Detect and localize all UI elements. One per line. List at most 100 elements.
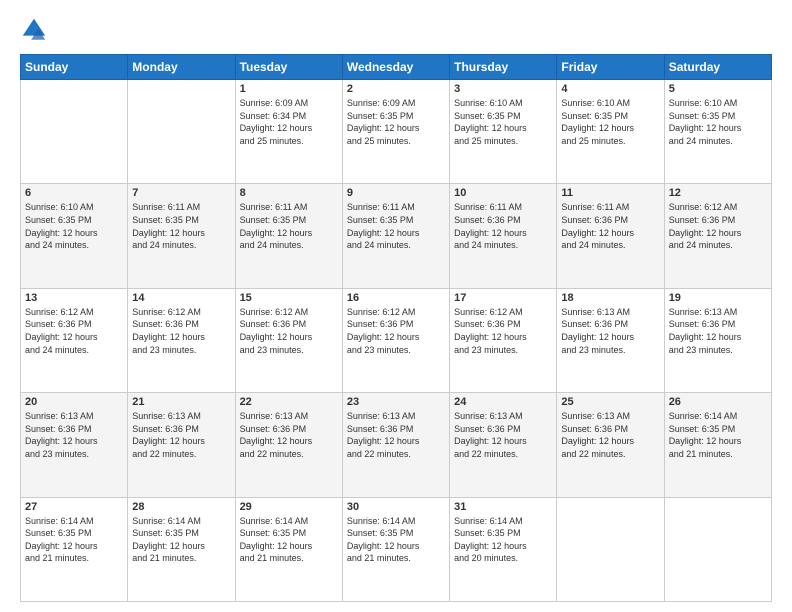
day-number: 7 [132,187,230,199]
calendar-cell: 29Sunrise: 6:14 AMSunset: 6:35 PMDayligh… [235,497,342,601]
calendar-cell: 1 Sunrise: 6:09 AMSunset: 6:34 PMDaylight… [235,80,342,184]
day-info: Sunrise: 6:12 AMSunset: 6:36 PMDaylight:… [240,306,338,356]
day-number: 11 [561,187,659,199]
day-number: 28 [132,501,230,513]
day-info: Sunrise: 6:09 AMSunset: 6:34 PMDaylight:… [240,97,338,147]
calendar-cell: 18 Sunrise: 6:13 AMSunset: 6:36 PMDayligh… [557,288,664,392]
day-number: 21 [132,396,230,408]
day-info: Sunrise: 6:11 AMSunset: 6:35 PMDaylight:… [347,201,445,251]
day-header-thursday: Thursday [450,55,557,80]
calendar-cell: 16Sunrise: 6:12 AMSunset: 6:36 PMDayligh… [342,288,449,392]
day-info: Sunrise: 6:11 AMSunset: 6:35 PMDaylight:… [240,201,338,251]
day-info: Sunrise: 6:13 AMSunset: 6:36 PMDaylight:… [669,306,767,356]
day-header-saturday: Saturday [664,55,771,80]
calendar-cell: 4 Sunrise: 6:10 AMSunset: 6:35 PMDaylight… [557,80,664,184]
calendar-cell: 2 Sunrise: 6:09 AMSunset: 6:35 PMDaylight… [342,80,449,184]
day-info: Sunrise: 6:13 AMSunset: 6:36 PMDaylight:… [240,410,338,460]
day-number: 5 [669,83,767,95]
calendar-cell: 12 Sunrise: 6:12 AMSunset: 6:36 PMDayligh… [664,184,771,288]
calendar-cell: 13 Sunrise: 6:12 AMSunset: 6:36 PMDayligh… [21,288,128,392]
day-number: 31 [454,501,552,513]
calendar-cell [557,497,664,601]
day-number: 12 [669,187,767,199]
calendar-cell: 5 Sunrise: 6:10 AMSunset: 6:35 PMDaylight… [664,80,771,184]
calendar-cell: 17 Sunrise: 6:12 AMSunset: 6:36 PMDayligh… [450,288,557,392]
calendar-cell: 27 Sunrise: 6:14 AMSunset: 6:35 PMDayligh… [21,497,128,601]
calendar-cell: 7 Sunrise: 6:11 AMSunset: 6:35 PMDaylight… [128,184,235,288]
day-number: 30 [347,501,445,513]
day-info: Sunrise: 6:13 AMSunset: 6:36 PMDaylight:… [561,306,659,356]
logo [20,16,52,44]
day-number: 6 [25,187,123,199]
day-header-monday: Monday [128,55,235,80]
day-number: 25 [561,396,659,408]
day-header-friday: Friday [557,55,664,80]
day-info: Sunrise: 6:13 AMSunset: 6:36 PMDaylight:… [132,410,230,460]
day-info: Sunrise: 6:10 AMSunset: 6:35 PMDaylight:… [454,97,552,147]
calendar-cell: 8 Sunrise: 6:11 AMSunset: 6:35 PMDaylight… [235,184,342,288]
calendar-cell: 6 Sunrise: 6:10 AMSunset: 6:35 PMDaylight… [21,184,128,288]
calendar-cell: 26 Sunrise: 6:14 AMSunset: 6:35 PMDayligh… [664,393,771,497]
day-number: 23 [347,396,445,408]
day-number: 13 [25,292,123,304]
day-number: 18 [561,292,659,304]
calendar-cell [128,80,235,184]
day-info: Sunrise: 6:11 AMSunset: 6:35 PMDaylight:… [132,201,230,251]
day-number: 10 [454,187,552,199]
day-number: 1 [240,83,338,95]
day-number: 14 [132,292,230,304]
calendar-cell: 30 Sunrise: 6:14 AMSunset: 6:35 PMDayligh… [342,497,449,601]
page: SundayMondayTuesdayWednesdayThursdayFrid… [0,0,792,612]
week-row-5: 27 Sunrise: 6:14 AMSunset: 6:35 PMDayligh… [21,497,772,601]
day-info: Sunrise: 6:14 AMSunset: 6:35 PMDaylight:… [347,515,445,565]
day-info: Sunrise: 6:10 AMSunset: 6:35 PMDaylight:… [25,201,123,251]
day-number: 15 [240,292,338,304]
day-info: Sunrise: 6:13 AMSunset: 6:36 PMDaylight:… [454,410,552,460]
calendar-header-row: SundayMondayTuesdayWednesdayThursdayFrid… [21,55,772,80]
calendar-cell: 9Sunrise: 6:11 AMSunset: 6:35 PMDaylight… [342,184,449,288]
day-info: Sunrise: 6:12 AMSunset: 6:36 PMDaylight:… [669,201,767,251]
day-number: 17 [454,292,552,304]
day-info: Sunrise: 6:14 AMSunset: 6:35 PMDaylight:… [132,515,230,565]
day-number: 26 [669,396,767,408]
day-info: Sunrise: 6:14 AMSunset: 6:35 PMDaylight:… [454,515,552,565]
day-number: 29 [240,501,338,513]
week-row-1: 1 Sunrise: 6:09 AMSunset: 6:34 PMDaylight… [21,80,772,184]
day-number: 8 [240,187,338,199]
day-number: 4 [561,83,659,95]
logo-icon [20,16,48,44]
calendar-cell: 11 Sunrise: 6:11 AMSunset: 6:36 PMDayligh… [557,184,664,288]
day-number: 24 [454,396,552,408]
calendar-cell: 21 Sunrise: 6:13 AMSunset: 6:36 PMDayligh… [128,393,235,497]
calendar-cell: 28 Sunrise: 6:14 AMSunset: 6:35 PMDayligh… [128,497,235,601]
day-info: Sunrise: 6:12 AMSunset: 6:36 PMDaylight:… [454,306,552,356]
day-info: Sunrise: 6:14 AMSunset: 6:35 PMDaylight:… [25,515,123,565]
day-info: Sunrise: 6:12 AMSunset: 6:36 PMDaylight:… [347,306,445,356]
calendar-table: SundayMondayTuesdayWednesdayThursdayFrid… [20,54,772,602]
day-info: Sunrise: 6:09 AMSunset: 6:35 PMDaylight:… [347,97,445,147]
day-info: Sunrise: 6:10 AMSunset: 6:35 PMDaylight:… [561,97,659,147]
day-info: Sunrise: 6:11 AMSunset: 6:36 PMDaylight:… [561,201,659,251]
calendar-cell: 19Sunrise: 6:13 AMSunset: 6:36 PMDayligh… [664,288,771,392]
day-header-sunday: Sunday [21,55,128,80]
calendar-cell [664,497,771,601]
week-row-3: 13 Sunrise: 6:12 AMSunset: 6:36 PMDayligh… [21,288,772,392]
day-info: Sunrise: 6:12 AMSunset: 6:36 PMDaylight:… [25,306,123,356]
day-header-tuesday: Tuesday [235,55,342,80]
day-number: 27 [25,501,123,513]
day-info: Sunrise: 6:13 AMSunset: 6:36 PMDaylight:… [347,410,445,460]
calendar-cell: 10 Sunrise: 6:11 AMSunset: 6:36 PMDayligh… [450,184,557,288]
day-info: Sunrise: 6:14 AMSunset: 6:35 PMDaylight:… [669,410,767,460]
calendar-cell: 24 Sunrise: 6:13 AMSunset: 6:36 PMDayligh… [450,393,557,497]
calendar-cell [21,80,128,184]
day-info: Sunrise: 6:11 AMSunset: 6:36 PMDaylight:… [454,201,552,251]
week-row-2: 6 Sunrise: 6:10 AMSunset: 6:35 PMDaylight… [21,184,772,288]
day-number: 2 [347,83,445,95]
week-row-4: 20 Sunrise: 6:13 AMSunset: 6:36 PMDayligh… [21,393,772,497]
day-number: 3 [454,83,552,95]
calendar-cell: 3 Sunrise: 6:10 AMSunset: 6:35 PMDaylight… [450,80,557,184]
day-info: Sunrise: 6:10 AMSunset: 6:35 PMDaylight:… [669,97,767,147]
day-number: 20 [25,396,123,408]
day-number: 22 [240,396,338,408]
day-header-wednesday: Wednesday [342,55,449,80]
